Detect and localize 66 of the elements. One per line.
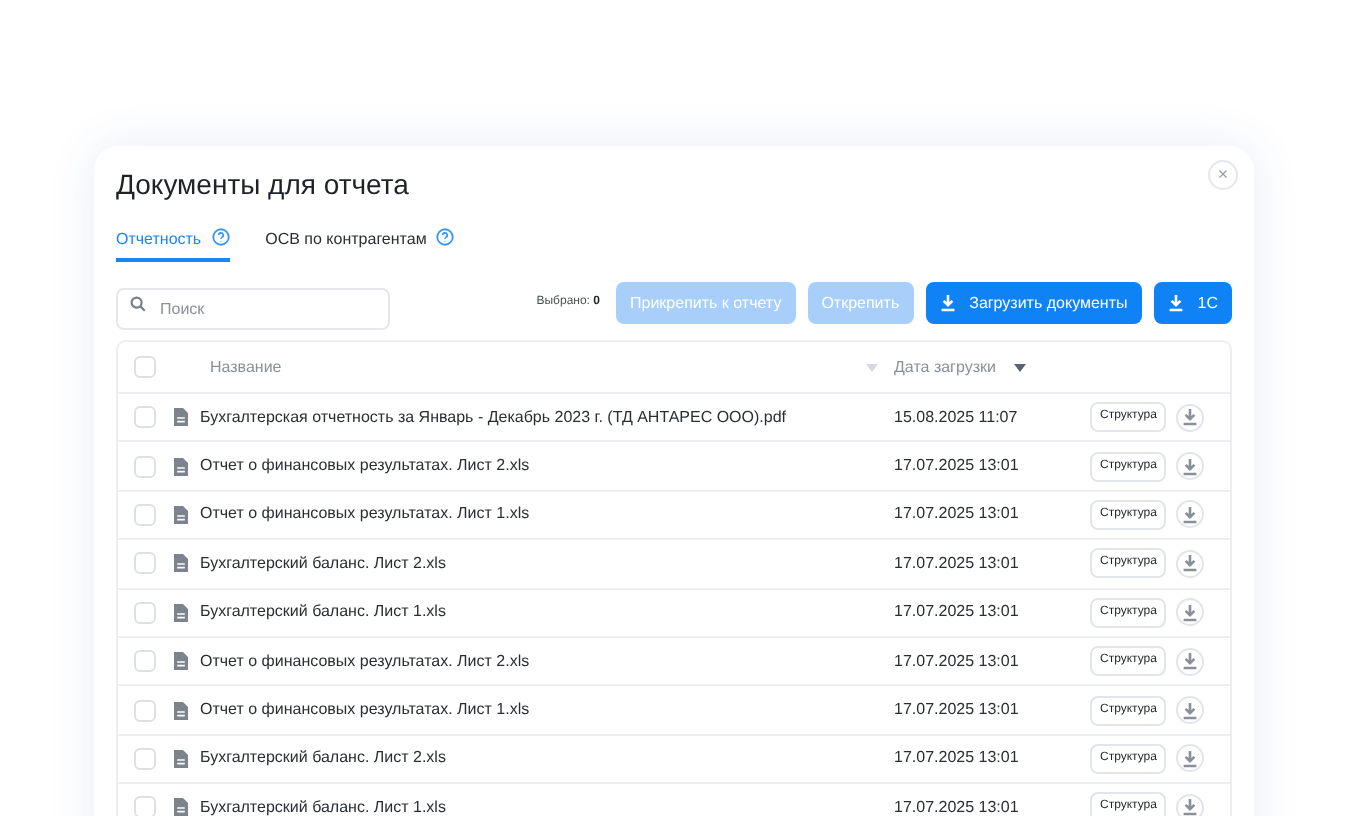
- upload-date: 17.07.2025 13:01: [894, 795, 1021, 816]
- download-icon: [1182, 603, 1199, 622]
- file-name[interactable]: Отчет о финансовых результатах. Лист 2.xls: [200, 454, 530, 479]
- dialog-title: Документы для отчета: [116, 166, 409, 202]
- search-icon: [130, 295, 146, 311]
- upload-date: 15.08.2025 11:07: [894, 405, 1020, 430]
- checkbox[interactable]: [134, 503, 156, 526]
- file-name[interactable]: Бухгалтерский баланс. Лист 1.xls: [200, 795, 446, 816]
- checkbox[interactable]: [134, 455, 156, 478]
- file-name[interactable]: Отчет о финансовых результатах. Лист 2.xls: [200, 649, 530, 674]
- upload-date: 17.07.2025 13:01: [894, 600, 1021, 625]
- file-name[interactable]: Отчет о финансовых результатах. Лист 1.xls: [200, 502, 530, 527]
- upload-date: 17.07.2025 13:01: [894, 551, 1021, 576]
- upload-date: 17.07.2025 13:01: [894, 746, 1021, 771]
- document-icon: [174, 505, 188, 524]
- file-name[interactable]: Бухгалтерский баланс. Лист 2.xls: [200, 551, 446, 576]
- download-icon: [1182, 554, 1199, 573]
- download-icon: [1182, 749, 1199, 768]
- download-button[interactable]: [1176, 500, 1205, 529]
- document-icon: [174, 701, 188, 720]
- download-icon: [1182, 457, 1199, 476]
- download-icon: [1182, 798, 1199, 816]
- toolbar-button[interactable]: Загрузить документы: [925, 282, 1142, 324]
- checkbox[interactable]: [134, 356, 156, 378]
- tab-label: ОСВ по контрагентам: [265, 228, 427, 252]
- checkbox[interactable]: [134, 601, 156, 624]
- document-icon: [174, 652, 188, 671]
- download-button[interactable]: [1176, 744, 1205, 773]
- file-name[interactable]: Бухгалтерская отчетность за Январь - Декабрь 2023 г. (ТД АНТАРЕС ООО).pdf: [200, 405, 786, 430]
- checkbox[interactable]: [134, 699, 156, 722]
- checkbox[interactable]: [134, 650, 156, 673]
- tab-label: Отчетность: [116, 228, 202, 252]
- document-icon: [174, 457, 188, 476]
- upload-date: 17.07.2025 13:01: [894, 454, 1021, 479]
- sort-caret-icon[interactable]: [1013, 363, 1026, 371]
- download-icon: [1182, 505, 1199, 524]
- document-icon: [174, 749, 188, 768]
- checkbox[interactable]: [134, 747, 156, 770]
- upload-date: 17.07.2025 13:01: [894, 698, 1021, 723]
- download-button[interactable]: [1176, 549, 1205, 578]
- download-button[interactable]: [1176, 403, 1205, 432]
- checkbox[interactable]: [134, 796, 156, 816]
- toolbar-button[interactable]: 1С: [1153, 282, 1232, 324]
- download-icon: [1182, 652, 1199, 671]
- file-name[interactable]: Бухгалтерский баланс. Лист 2.xls: [200, 746, 446, 771]
- checkbox[interactable]: [134, 552, 156, 575]
- checkbox[interactable]: [134, 406, 156, 429]
- document-icon: [174, 408, 188, 427]
- download-button[interactable]: [1176, 793, 1205, 816]
- upload-date: 17.07.2025 13:01: [894, 649, 1021, 674]
- tab[interactable]: ОСВ по контрагентам: [265, 226, 455, 262]
- help-icon: [211, 228, 230, 246]
- file-name[interactable]: Отчет о финансовых результатах. Лист 1.xls: [200, 698, 530, 723]
- document-icon: [174, 603, 188, 622]
- search-field[interactable]: Поиск: [116, 288, 390, 330]
- download-button[interactable]: [1176, 647, 1205, 676]
- download-icon: [1182, 701, 1199, 720]
- document-icon: [174, 554, 188, 573]
- file-name[interactable]: Бухгалтерский баланс. Лист 1.xls: [200, 600, 446, 625]
- tab[interactable]: Отчетность: [116, 226, 230, 262]
- download-button[interactable]: [1176, 452, 1205, 481]
- download-button[interactable]: [1176, 598, 1205, 627]
- upload-date: 17.07.2025 13:01: [894, 502, 1021, 527]
- help-icon: [436, 228, 455, 246]
- download-icon: [1182, 408, 1199, 427]
- download-button[interactable]: [1176, 696, 1205, 725]
